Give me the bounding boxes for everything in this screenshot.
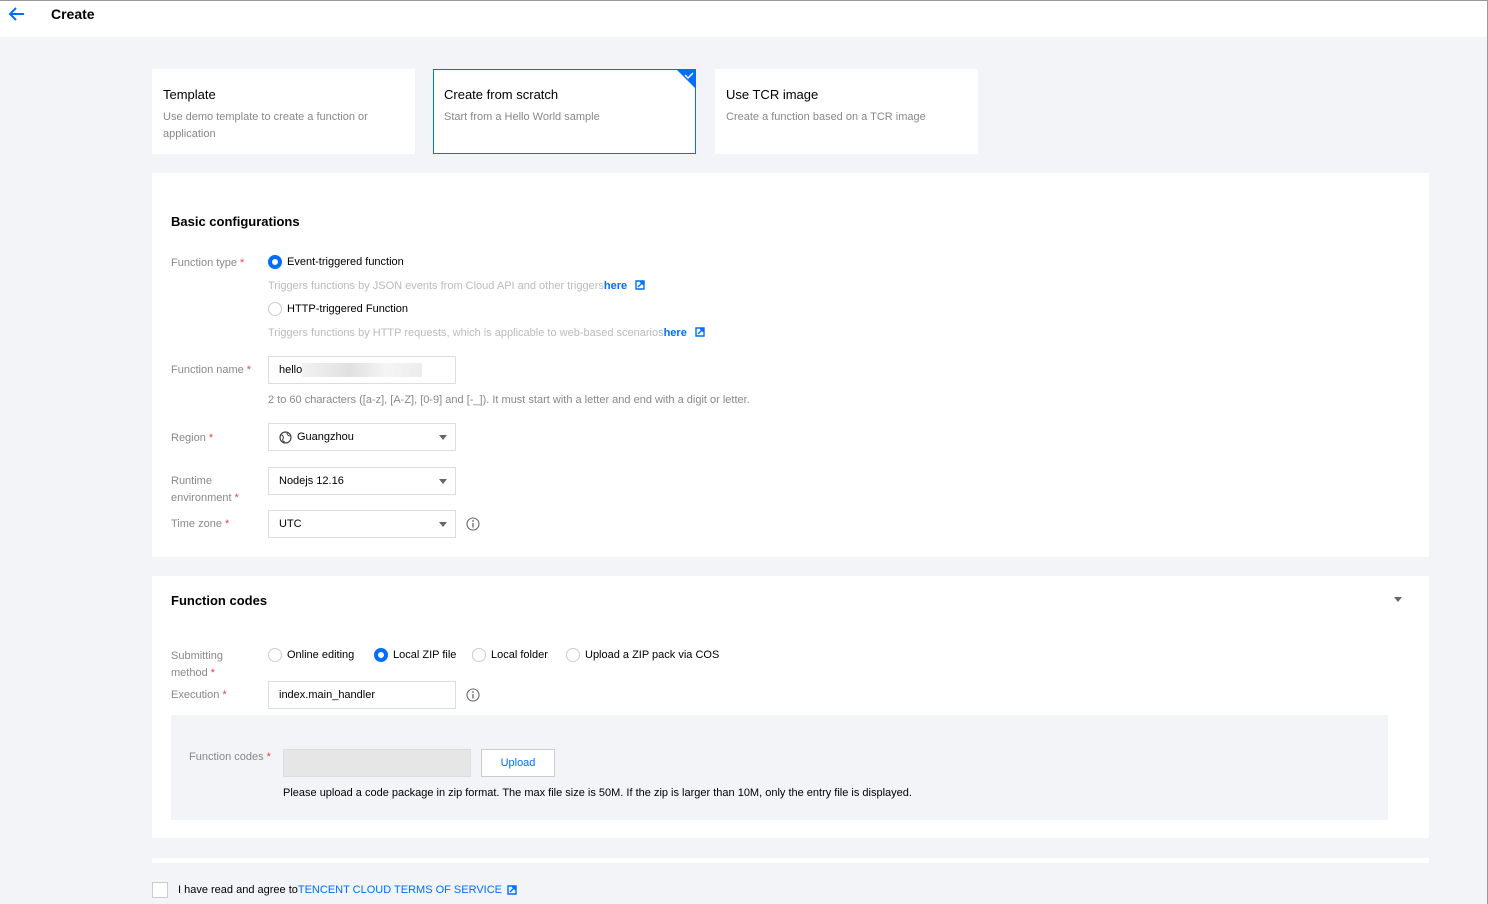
radio-dot xyxy=(472,648,486,662)
function-codes-label: Function codes * xyxy=(189,751,271,763)
cos-upload-radio[interactable]: Upload a ZIP pack via COS xyxy=(566,648,719,662)
function-codes-title: Function codes xyxy=(171,593,268,608)
function-name-label: Function name * xyxy=(171,364,252,376)
terms-link[interactable]: TENCENT CLOUD TERMS OF SERVICE xyxy=(298,884,502,896)
select-value: UTC xyxy=(279,518,302,530)
info-icon[interactable] xyxy=(466,517,480,531)
upload-button[interactable]: Upload xyxy=(481,749,555,777)
upload-note: Please upload a code package in zip form… xyxy=(283,787,912,799)
mode-card-title: Create from scratch xyxy=(444,87,559,102)
event-hint: Triggers functions by JSON events from C… xyxy=(268,280,645,292)
basic-config-title: Basic configurations xyxy=(171,214,300,229)
chevron-down-icon xyxy=(439,522,447,527)
execution-input[interactable]: index.main_handler xyxy=(268,681,456,709)
upload-box: Function codes * Upload Please upload a c… xyxy=(171,715,1388,820)
timezone-select[interactable]: UTC xyxy=(268,510,456,538)
back-arrow-icon[interactable] xyxy=(8,6,26,22)
bottom-divider xyxy=(152,858,1429,863)
top-bar: Create xyxy=(0,1,1487,37)
execution-label: Execution * xyxy=(171,689,227,701)
radio-dot xyxy=(566,648,580,662)
agreement-text: I have read and agree to xyxy=(178,884,298,896)
chevron-down-icon xyxy=(439,479,447,484)
collapse-chevron-icon[interactable] xyxy=(1394,597,1402,602)
http-here-link[interactable]: here xyxy=(664,327,687,339)
agree-checkbox[interactable] xyxy=(152,882,168,898)
select-value: Guangzhou xyxy=(297,431,354,443)
basic-config-panel: Basic configurations Function type * Even… xyxy=(152,173,1429,557)
selected-check-icon xyxy=(676,69,696,89)
mode-card-desc: Create a function based on a TCR image xyxy=(726,111,926,123)
mode-card-create-from-scratch[interactable]: Create from scratch Start from a Hello W… xyxy=(433,69,696,154)
http-hint: Triggers functions by HTTP requests, whi… xyxy=(268,327,705,339)
radio-label: Online editing xyxy=(287,649,355,661)
radio-label: Upload a ZIP pack via COS xyxy=(585,649,720,661)
radio-label: Local folder xyxy=(491,649,548,661)
radio-dot xyxy=(268,648,282,662)
radio-dot xyxy=(268,302,282,316)
event-triggered-radio[interactable]: Event-triggered function xyxy=(268,255,404,269)
mode-card-desc: Start from a Hello World sample xyxy=(444,111,600,123)
online-editing-radio[interactable]: Online editing xyxy=(268,648,354,662)
radio-label: Local ZIP file xyxy=(393,649,457,661)
radio-dot xyxy=(374,648,388,662)
mode-card-title: Template xyxy=(163,87,216,102)
input-value: index.main_handler xyxy=(279,689,376,701)
globe-icon xyxy=(279,430,292,444)
mode-card-template[interactable]: Template Use demo template to create a f… xyxy=(152,69,415,154)
radio-label: Event-triggered function xyxy=(287,256,404,268)
timezone-label: Time zone * xyxy=(171,518,230,530)
mode-card-desc: Use demo template to create a function o… xyxy=(163,111,368,140)
local-zip-radio[interactable]: Local ZIP file xyxy=(374,648,456,662)
submitting-method-label: Submitting method * xyxy=(171,650,223,679)
info-icon[interactable] xyxy=(466,688,480,702)
agreement-row: I have read and agree to TENCENT CLOUD TE… xyxy=(152,882,517,898)
local-folder-radio[interactable]: Local folder xyxy=(472,648,548,662)
mode-card-title: Use TCR image xyxy=(726,87,819,102)
mode-card-tcr-image[interactable]: Use TCR image Create a function based on… xyxy=(715,69,978,154)
function-codes-panel: Function codes Submitting method * Online … xyxy=(152,576,1429,838)
external-link-icon[interactable] xyxy=(635,280,645,290)
region-select[interactable]: Guangzhou xyxy=(268,423,456,451)
select-value: Nodejs 12.16 xyxy=(279,475,344,487)
page-title: Create xyxy=(51,6,95,22)
function-name-input[interactable]: hello xyxy=(268,356,456,384)
function-type-label: Function type * xyxy=(171,257,245,269)
input-value: hello xyxy=(279,364,303,376)
radio-dot xyxy=(268,255,282,269)
function-name-help: 2 to 60 characters ([a-z], [A-Z], [0-9] … xyxy=(268,394,750,406)
event-here-link[interactable]: here xyxy=(604,280,627,292)
radio-label: HTTP-triggered Function xyxy=(287,303,409,315)
chevron-down-icon xyxy=(439,435,447,440)
redacted-blur xyxy=(302,363,422,377)
runtime-label: Runtime environment * xyxy=(171,475,239,504)
region-label: Region * xyxy=(171,432,214,444)
file-path-field xyxy=(283,749,471,777)
hint-text: Triggers functions by JSON events from C… xyxy=(268,280,604,292)
http-triggered-radio[interactable]: HTTP-triggered Function xyxy=(268,302,408,316)
external-link-icon[interactable] xyxy=(695,327,705,337)
hint-text: Triggers functions by HTTP requests, whi… xyxy=(268,327,664,339)
runtime-select[interactable]: Nodejs 12.16 xyxy=(268,467,456,495)
external-link-icon[interactable] xyxy=(507,885,517,895)
